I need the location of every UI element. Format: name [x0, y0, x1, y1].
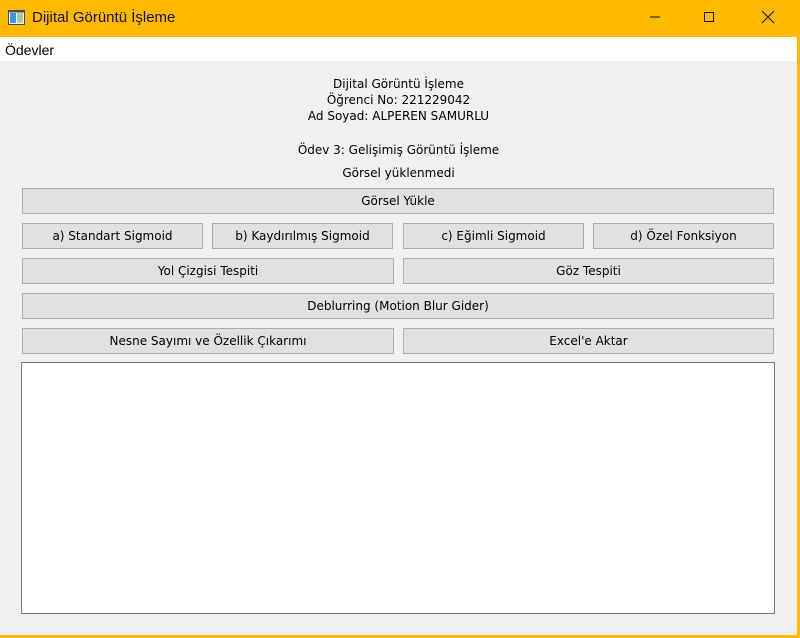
- assignment-title: Ödev 3: Gelişimiş Görüntü İşleme: [297, 143, 500, 157]
- close-icon: [761, 10, 775, 27]
- custom-function-button[interactable]: d) Özel Fonksiyon: [593, 223, 774, 249]
- standard-sigmoid-button[interactable]: a) Standart Sigmoid: [22, 223, 203, 249]
- minimize-icon: [649, 11, 661, 26]
- sloped-sigmoid-button[interactable]: c) Eğimli Sigmoid: [403, 223, 584, 249]
- course-title: Dijital Görüntü İşleme: [333, 77, 464, 91]
- student-number: Öğrenci No: 221229042: [326, 93, 471, 107]
- shifted-sigmoid-button[interactable]: b) Kaydırılmış Sigmoid: [212, 223, 393, 249]
- close-button[interactable]: [745, 0, 791, 37]
- export-excel-button[interactable]: Excel'e Aktar: [403, 328, 774, 354]
- window-title: Dijital Görüntü İşleme: [32, 9, 176, 26]
- maximize-button[interactable]: [686, 0, 732, 37]
- menu-item-odevler[interactable]: Ödevler: [5, 42, 54, 58]
- eye-detection-button[interactable]: Göz Tespiti: [403, 258, 774, 284]
- menu-bar: Ödevler: [0, 37, 797, 61]
- output-text-area[interactable]: [21, 362, 775, 614]
- deblurring-button[interactable]: Deblurring (Motion Blur Gider): [22, 293, 774, 319]
- minimize-button[interactable]: [632, 0, 678, 37]
- student-name: Ad Soyad: ALPEREN SAMURLU: [307, 109, 490, 123]
- object-counting-button[interactable]: Nesne Sayımı ve Özellik Çıkarımı: [22, 328, 394, 354]
- image-status-label: Görsel yüklenmedi: [342, 166, 455, 180]
- load-image-button[interactable]: Görsel Yükle: [22, 188, 774, 214]
- lane-detection-button[interactable]: Yol Çizgisi Tespiti: [22, 258, 394, 284]
- app-window-icon: [8, 10, 25, 25]
- window-titlebar[interactable]: Dijital Görüntü İşleme: [0, 0, 800, 37]
- maximize-icon: [703, 11, 715, 26]
